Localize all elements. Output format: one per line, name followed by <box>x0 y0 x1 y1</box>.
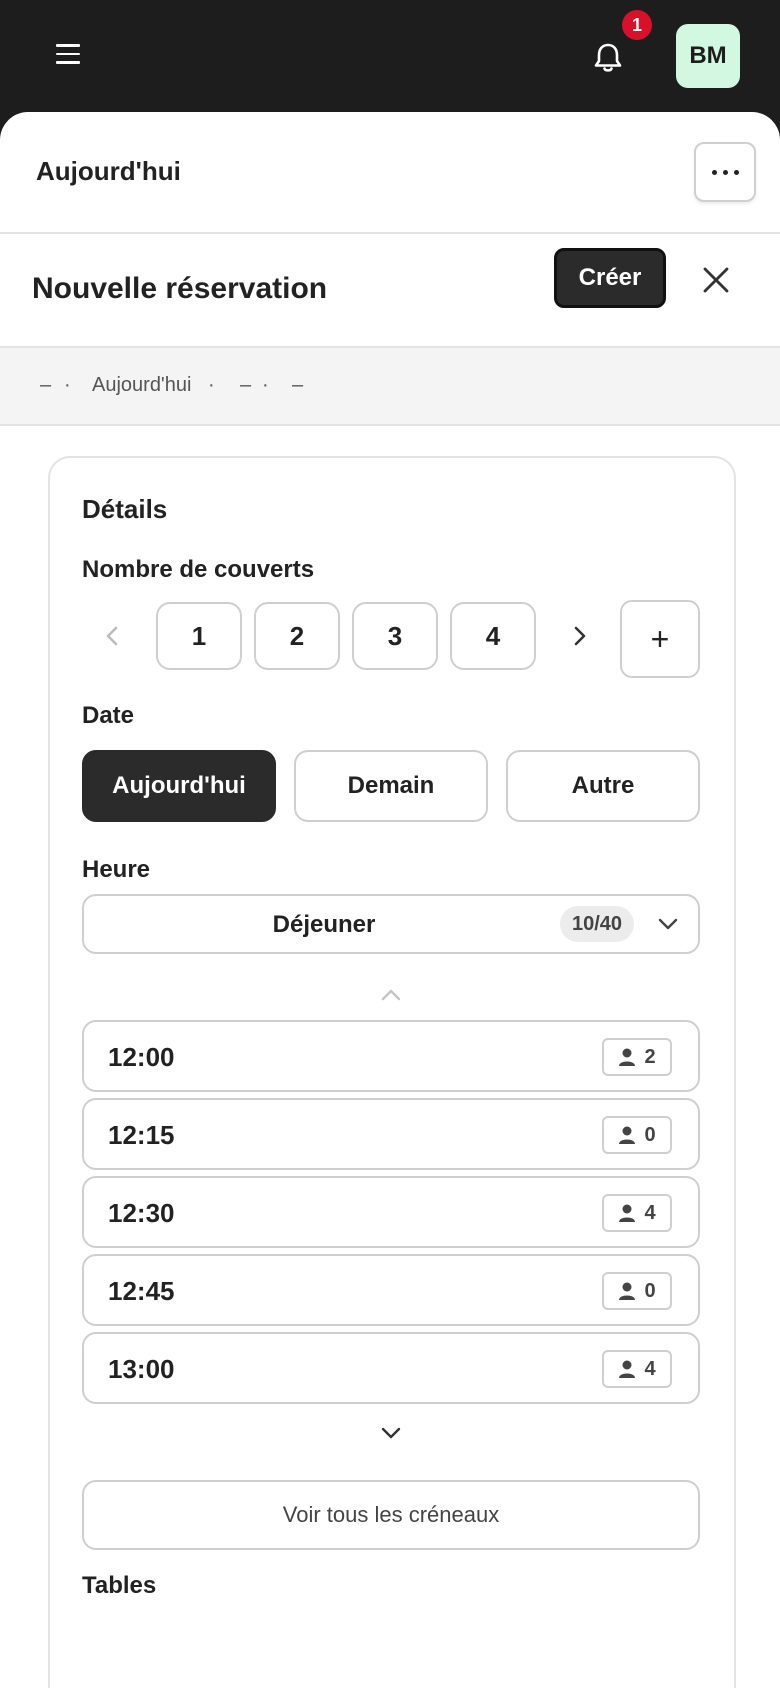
create-button[interactable]: Créer <box>554 248 666 308</box>
tables-label: Tables <box>82 1572 157 1599</box>
reservation-summary: – · Aujourd'hui · – · – <box>0 348 780 426</box>
summary-time: – <box>240 374 252 396</box>
page-title: Nouvelle réservation <box>32 272 328 305</box>
summary-separator: · <box>208 374 215 396</box>
person-icon <box>619 1126 636 1144</box>
date-label: Date <box>82 702 135 729</box>
details-card: Détails Nombre de couverts 1 2 3 4 + Dat… <box>48 456 736 1688</box>
slot-guests: 0 <box>644 1123 656 1146</box>
time-slot[interactable]: 12:00 2 <box>82 1020 700 1092</box>
covers-option-2[interactable]: 2 <box>254 602 340 670</box>
person-icon <box>619 1048 636 1066</box>
date-option-tomorrow[interactable]: Demain <box>294 750 488 822</box>
slot-time: 12:15 <box>108 1120 175 1150</box>
chevron-right-icon[interactable] <box>566 623 592 649</box>
covers-option-1[interactable]: 1 <box>156 602 242 670</box>
covers-option-4[interactable]: 4 <box>450 602 536 670</box>
slot-guests-badge: 2 <box>602 1038 672 1076</box>
time-slot[interactable]: 12:30 4 <box>82 1176 700 1248</box>
day-header: Aujourd'hui <box>0 112 780 234</box>
slot-guests-badge: 4 <box>602 1350 672 1388</box>
covers-option-3[interactable]: 3 <box>352 602 438 670</box>
slot-time: 13:00 <box>108 1354 175 1384</box>
summary-covers: – <box>40 374 52 396</box>
see-all-slots-button[interactable]: Voir tous les créneaux <box>82 1480 700 1550</box>
bell-icon[interactable] <box>588 38 628 78</box>
date-option-other[interactable]: Autre <box>506 750 700 822</box>
avatar[interactable]: BM <box>676 24 740 88</box>
person-icon <box>619 1282 636 1300</box>
menu-icon[interactable] <box>56 44 80 66</box>
slot-guests: 4 <box>644 1201 656 1224</box>
meal-name: Déjeuner <box>272 911 376 938</box>
details-title: Détails <box>82 494 168 524</box>
more-options-button[interactable] <box>694 142 756 202</box>
summary-separator: · <box>262 374 269 396</box>
notification-badge: 1 <box>622 10 652 40</box>
covers-label: Nombre de couverts <box>82 556 315 583</box>
add-covers-button[interactable]: + <box>620 600 700 678</box>
top-bar: 1 BM <box>0 0 780 112</box>
chevron-left-icon[interactable] <box>100 623 126 649</box>
chevron-down-icon <box>658 918 678 930</box>
summary-table: – <box>292 374 304 396</box>
meal-capacity-badge: 10/40 <box>560 906 634 942</box>
day-title: Aujourd'hui <box>36 156 181 186</box>
meal-select[interactable]: Déjeuner 10/40 <box>82 894 700 954</box>
chevron-up-icon[interactable] <box>378 982 404 1008</box>
time-slot[interactable]: 12:15 0 <box>82 1098 700 1170</box>
person-icon <box>619 1204 636 1222</box>
slot-time: 12:45 <box>108 1276 175 1306</box>
slot-time: 12:30 <box>108 1198 175 1228</box>
summary-separator: · <box>64 374 71 396</box>
slot-guests-badge: 0 <box>602 1272 672 1310</box>
slot-guests-badge: 0 <box>602 1116 672 1154</box>
slot-guests: 4 <box>644 1357 656 1380</box>
slot-guests: 2 <box>644 1045 656 1068</box>
chevron-down-icon[interactable] <box>378 1420 404 1446</box>
close-icon[interactable] <box>700 264 732 296</box>
slot-guests: 0 <box>644 1279 656 1302</box>
person-icon <box>619 1360 636 1378</box>
time-slot[interactable]: 12:45 0 <box>82 1254 700 1326</box>
summary-date: Aujourd'hui <box>92 374 192 396</box>
main-sheet: Aujourd'hui Nouvelle réservation Créer –… <box>0 112 780 1688</box>
time-label: Heure <box>82 856 151 883</box>
slot-time: 12:00 <box>108 1042 175 1072</box>
slot-guests-badge: 4 <box>602 1194 672 1232</box>
date-option-today[interactable]: Aujourd'hui <box>82 750 276 822</box>
time-slot[interactable]: 13:00 4 <box>82 1332 700 1404</box>
